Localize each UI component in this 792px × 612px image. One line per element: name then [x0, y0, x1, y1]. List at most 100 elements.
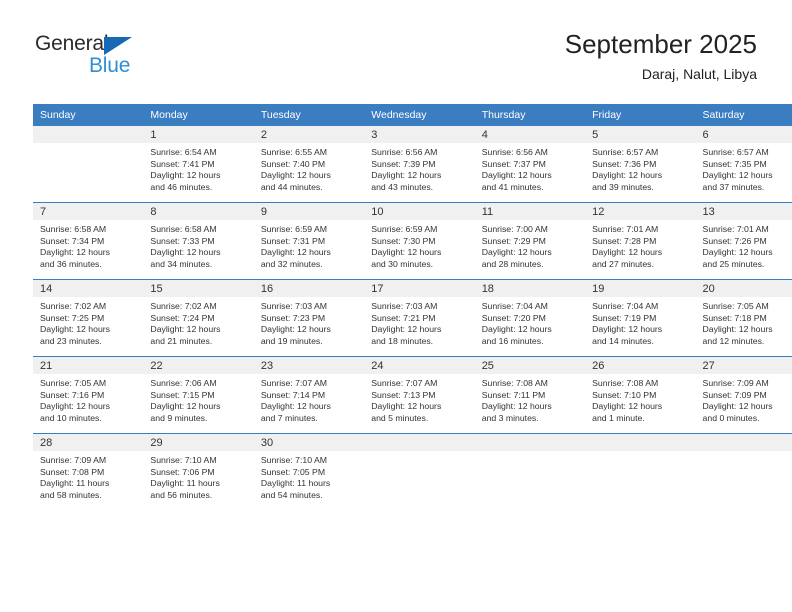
day-details: Sunrise: 6:59 AM Sunset: 7:30 PM Daylight:…	[364, 220, 474, 271]
day-sunrise-text: Sunrise: 7:08 AM	[592, 378, 659, 388]
day-cell[interactable]: 30 Sunrise: 7:10 AM Sunset: 7:05 PM Dayligh…	[253, 433, 365, 516]
day-details: Sunrise: 7:00 AM Sunset: 7:29 PM Daylight:…	[475, 220, 585, 271]
weekday-header-wednesday: Wednesday	[364, 104, 475, 126]
day-details: Sunrise: 7:05 AM Sunset: 7:16 PM Daylight:…	[33, 374, 143, 425]
day-sunrise-text: Sunrise: 7:10 AM	[260, 455, 328, 465]
day-number	[33, 126, 144, 143]
day-details: Sunrise: 6:54 AM Sunset: 7:41 PM Daylight:…	[143, 143, 253, 194]
day-sunset-text: Sunset: 7:11 PM	[481, 389, 546, 400]
day-cell[interactable]: 22 Sunrise: 7:06 AM Sunset: 7:15 PM Dayligh…	[143, 356, 254, 434]
day-sunset-text: Sunset: 7:14 PM	[260, 389, 326, 400]
day-daylight-line-text: Daylight: 12 hours	[40, 401, 111, 412]
day-sunset-text: Sunset: 7:13 PM	[371, 389, 436, 400]
day-cell[interactable]: 8 Sunrise: 6:58 AM Sunset: 7:33 PM Daylight…	[143, 202, 254, 280]
day-daylight-line-text: and 16 minutes.	[481, 336, 544, 347]
day-cell[interactable]: 20 Sunrise: 7:05 AM Sunset: 7:18 PM Dayligh…	[695, 279, 792, 357]
day-number: 17	[364, 280, 475, 297]
day-daylight-line-text: Daylight: 12 hours	[481, 170, 552, 181]
day-daylight-line-text: Daylight: 12 hours	[592, 247, 663, 258]
day-details: Sunrise: 6:59 AM Sunset: 7:31 PM Daylight:…	[254, 220, 364, 271]
day-cell[interactable]: 24 Sunrise: 7:07 AM Sunset: 7:13 PM Dayligh…	[364, 356, 475, 434]
day-cell[interactable]: 11 Sunrise: 7:00 AM Sunset: 7:29 PM Dayligh…	[474, 202, 586, 280]
day-daylight-line-text: and 21 minutes.	[150, 336, 213, 347]
day-daylight-line-text: and 10 minutes.	[40, 413, 102, 424]
day-sunset-text: Sunset: 7:20 PM	[481, 312, 546, 323]
day-cell[interactable]: 27 Sunrise: 7:09 AM Sunset: 7:09 PM Dayligh…	[695, 356, 792, 434]
day-sunrise-text: Sunrise: 6:58 AM	[40, 224, 107, 234]
day-cell[interactable]: 5 Sunrise: 6:57 AM Sunset: 7:36 PM Daylight…	[585, 126, 696, 203]
day-number	[585, 434, 696, 451]
day-daylight-line-text: and 19 minutes.	[260, 336, 323, 347]
day-sunrise-text: Sunrise: 6:59 AM	[371, 224, 438, 234]
day-number: 23	[253, 357, 365, 374]
day-cell[interactable]: 1 Sunrise: 6:54 AM Sunset: 7:41 PM Daylight…	[143, 126, 254, 203]
day-details: Sunrise: 7:04 AM Sunset: 7:20 PM Daylight:…	[475, 297, 585, 348]
day-cell[interactable]: 28 Sunrise: 7:09 AM Sunset: 7:08 PM Dayligh…	[33, 433, 144, 516]
day-number: 9	[253, 203, 365, 220]
day-sunrise-text: Sunrise: 7:10 AM	[150, 455, 217, 465]
day-cell[interactable]: 21 Sunrise: 7:05 AM Sunset: 7:16 PM Dayligh…	[33, 356, 144, 434]
day-details: Sunrise: 7:02 AM Sunset: 7:25 PM Daylight:…	[33, 297, 143, 348]
day-sunset-text: Sunset: 7:30 PM	[371, 235, 436, 246]
calendar-header-row: Sunday Monday Tuesday Wednesday Thursday…	[33, 104, 792, 126]
general-blue-logo: General Blue	[33, 32, 233, 84]
day-details: Sunrise: 6:57 AM Sunset: 7:35 PM Daylight:…	[696, 143, 792, 194]
day-daylight-line-text: and 5 minutes.	[371, 413, 429, 424]
day-daylight-line-text: Daylight: 12 hours	[702, 401, 773, 412]
calendar-table: Sunday Monday Tuesday Wednesday Thursday…	[33, 104, 792, 516]
day-number: 4	[474, 126, 586, 143]
day-daylight-line-text: Daylight: 12 hours	[150, 247, 221, 258]
day-number: 7	[33, 203, 144, 220]
day-daylight-line-text: Daylight: 12 hours	[702, 170, 773, 181]
weekday-header-thursday: Thursday	[474, 104, 586, 126]
day-sunrise-text: Sunrise: 7:05 AM	[702, 301, 769, 311]
day-cell[interactable]: 4 Sunrise: 6:56 AM Sunset: 7:37 PM Daylight…	[474, 126, 586, 203]
day-daylight-line-text: Daylight: 12 hours	[371, 247, 442, 258]
day-cell[interactable]: 3 Sunrise: 6:56 AM Sunset: 7:39 PM Daylight…	[364, 126, 475, 203]
day-details: Sunrise: 7:10 AM Sunset: 7:06 PM Daylight:…	[143, 451, 253, 502]
day-cell[interactable]: 19 Sunrise: 7:04 AM Sunset: 7:19 PM Dayligh…	[585, 279, 696, 357]
day-daylight-line-text: and 56 minutes.	[150, 490, 213, 501]
day-sunset-text: Sunset: 7:05 PM	[260, 466, 326, 477]
day-number: 14	[33, 280, 144, 297]
day-cell[interactable]: 29 Sunrise: 7:10 AM Sunset: 7:06 PM Dayligh…	[143, 433, 254, 516]
page-subtitle-location: Daraj, Nalut, Libya	[641, 66, 757, 82]
day-details: Sunrise: 7:01 AM Sunset: 7:28 PM Daylight:…	[585, 220, 695, 271]
day-cell[interactable]: 2 Sunrise: 6:55 AM Sunset: 7:40 PM Daylight…	[253, 126, 365, 203]
day-number: 22	[143, 357, 254, 374]
day-details: Sunrise: 7:09 AM Sunset: 7:08 PM Daylight:…	[33, 451, 143, 502]
day-sunset-text: Sunset: 7:24 PM	[150, 312, 215, 323]
day-daylight-line-text: and 39 minutes.	[592, 182, 654, 193]
day-number: 25	[474, 357, 586, 374]
day-sunrise-text: Sunrise: 6:55 AM	[260, 147, 328, 157]
day-number: 8	[143, 203, 254, 220]
day-cell[interactable]: 10 Sunrise: 6:59 AM Sunset: 7:30 PM Dayligh…	[364, 202, 475, 280]
day-cell-empty	[695, 433, 792, 516]
page-title: September 2025	[564, 29, 757, 59]
calendar-week-row: 28 Sunrise: 7:09 AM Sunset: 7:08 PM Dayligh…	[33, 433, 792, 516]
page-header: General Blue September 2025 Daraj, Nalut…	[33, 28, 757, 90]
day-cell[interactable]: 9 Sunrise: 6:59 AM Sunset: 7:31 PM Daylight…	[253, 202, 365, 280]
day-sunrise-text: Sunrise: 7:09 AM	[40, 455, 107, 465]
day-cell[interactable]: 12 Sunrise: 7:01 AM Sunset: 7:28 PM Dayligh…	[585, 202, 696, 280]
day-daylight-line-text: and 12 minutes.	[702, 336, 765, 347]
day-details: Sunrise: 7:02 AM Sunset: 7:24 PM Daylight:…	[143, 297, 253, 348]
day-cell[interactable]: 17 Sunrise: 7:03 AM Sunset: 7:21 PM Dayligh…	[364, 279, 475, 357]
day-sunset-text: Sunset: 7:31 PM	[260, 235, 326, 246]
day-cell[interactable]: 26 Sunrise: 7:08 AM Sunset: 7:10 PM Dayligh…	[585, 356, 696, 434]
day-cell[interactable]: 13 Sunrise: 7:01 AM Sunset: 7:26 PM Dayligh…	[695, 202, 792, 280]
day-cell[interactable]: 25 Sunrise: 7:08 AM Sunset: 7:11 PM Dayligh…	[474, 356, 586, 434]
day-sunrise-text: Sunrise: 6:57 AM	[592, 147, 659, 157]
day-daylight-line-text: Daylight: 12 hours	[371, 170, 442, 181]
day-cell[interactable]: 15 Sunrise: 7:02 AM Sunset: 7:24 PM Dayligh…	[143, 279, 254, 357]
day-cell[interactable]: 23 Sunrise: 7:07 AM Sunset: 7:14 PM Dayligh…	[253, 356, 365, 434]
day-sunset-text: Sunset: 7:28 PM	[592, 235, 657, 246]
day-cell[interactable]: 16 Sunrise: 7:03 AM Sunset: 7:23 PM Dayligh…	[253, 279, 365, 357]
day-sunset-text: Sunset: 7:36 PM	[592, 158, 657, 169]
day-cell[interactable]: 6 Sunrise: 6:57 AM Sunset: 7:35 PM Daylight…	[695, 126, 792, 203]
day-cell[interactable]: 14 Sunrise: 7:02 AM Sunset: 7:25 PM Dayligh…	[33, 279, 144, 357]
day-sunset-text: Sunset: 7:37 PM	[481, 158, 546, 169]
day-cell[interactable]: 18 Sunrise: 7:04 AM Sunset: 7:20 PM Dayligh…	[474, 279, 586, 357]
day-cell[interactable]: 7 Sunrise: 6:58 AM Sunset: 7:34 PM Daylight…	[33, 202, 144, 280]
day-sunrise-text: Sunrise: 7:01 AM	[592, 224, 659, 234]
